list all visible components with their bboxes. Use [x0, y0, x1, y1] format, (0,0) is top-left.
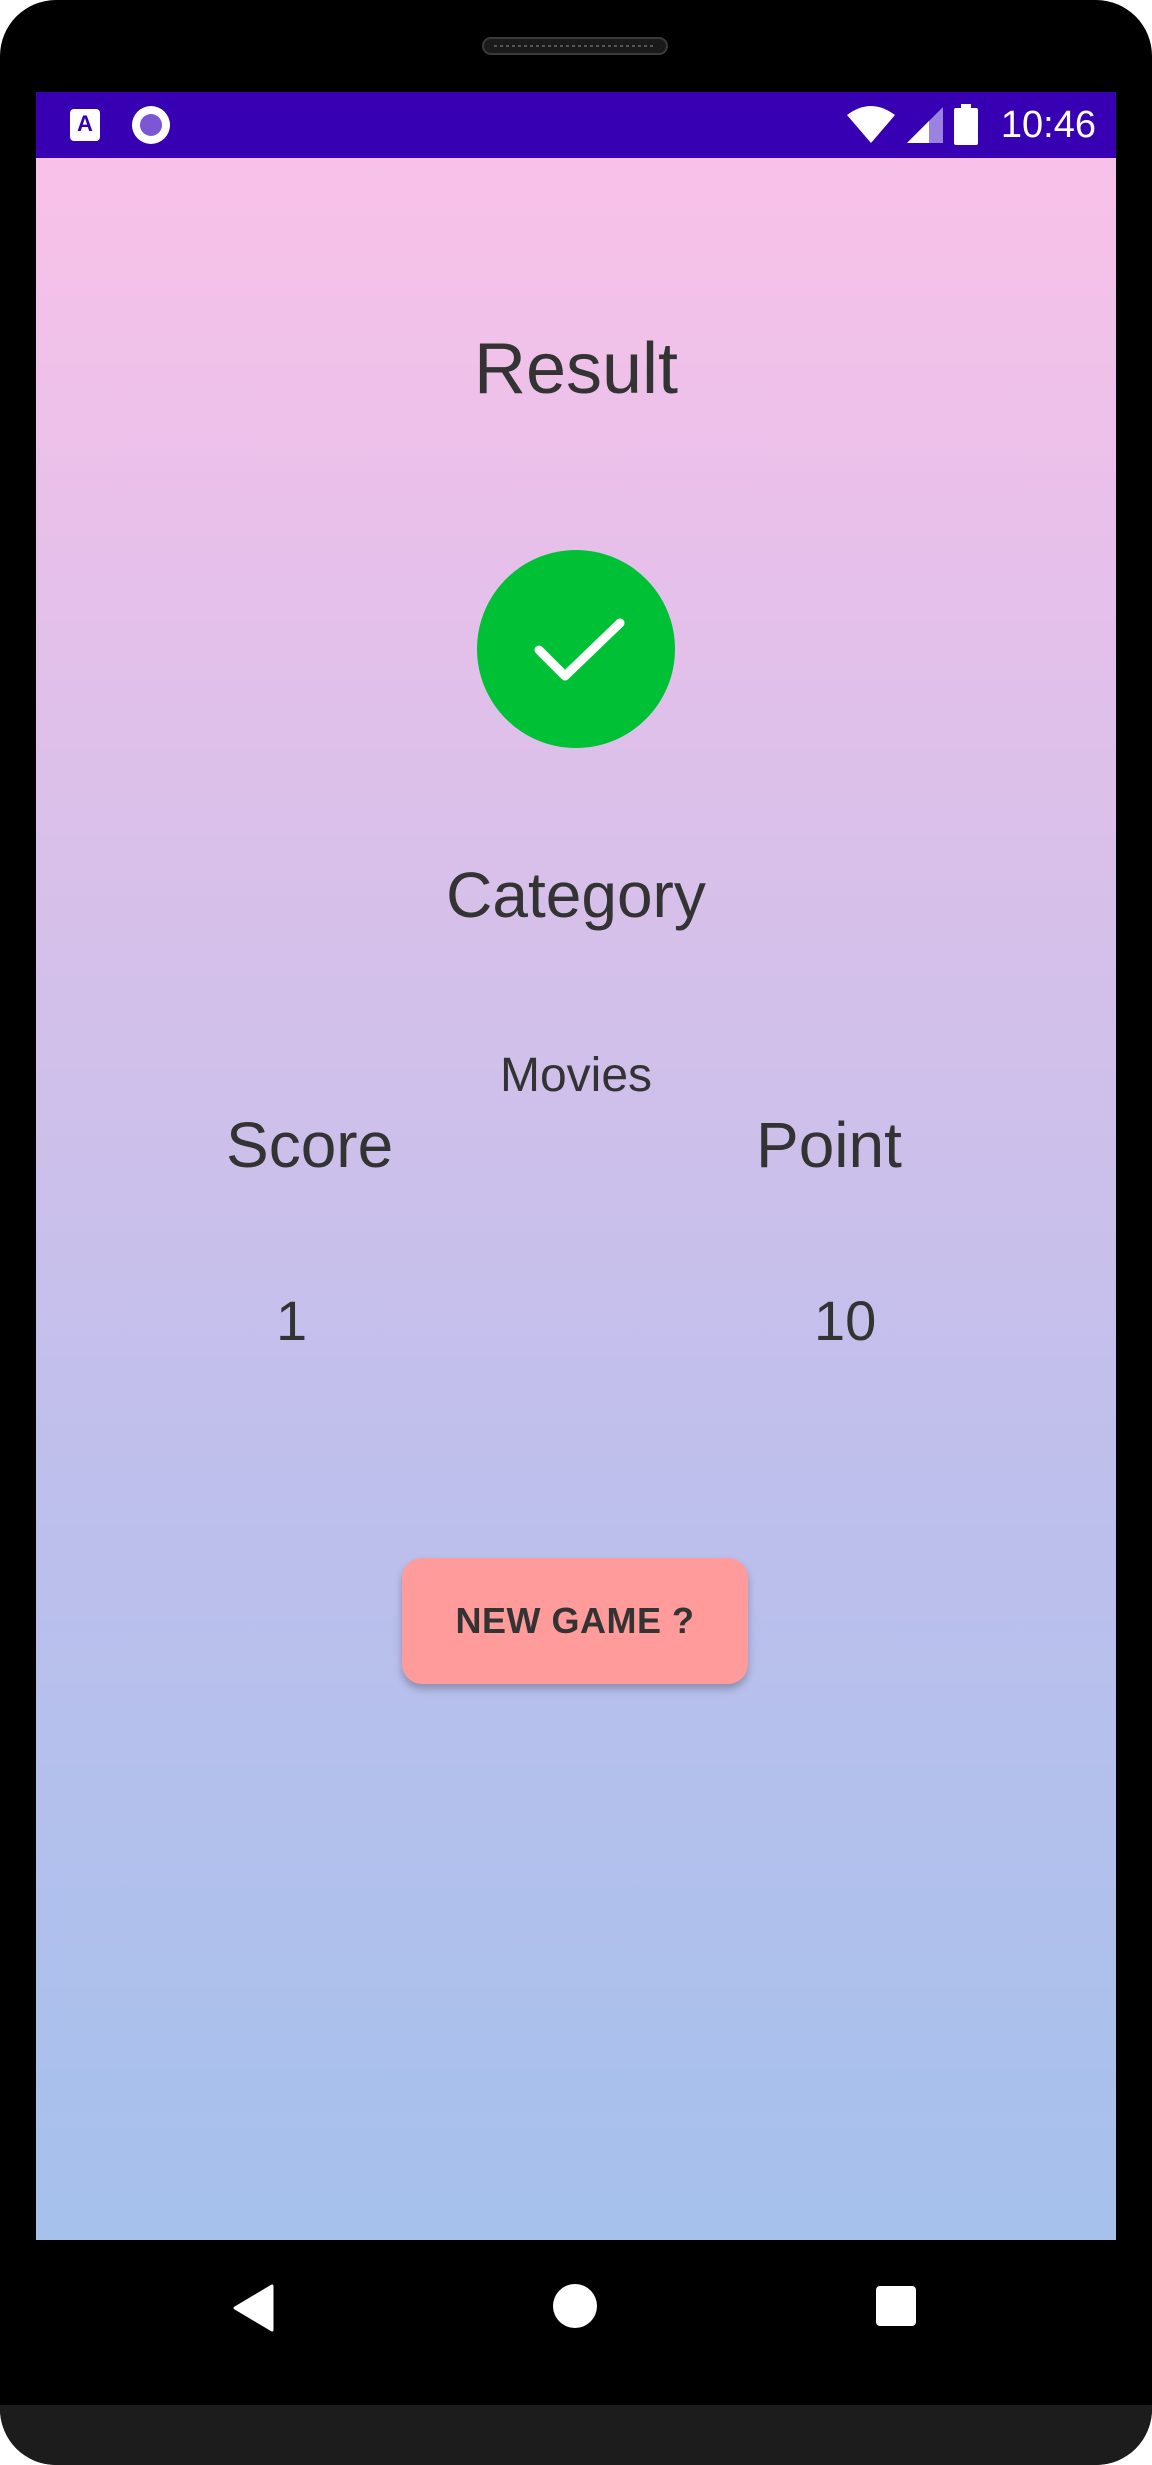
home-icon[interactable]	[553, 2284, 597, 2328]
phone-frame: A 10:46 Result Category Movies Score Poi…	[0, 0, 1152, 2465]
recents-icon[interactable]	[876, 2286, 916, 2326]
status-bar: A 10:46	[36, 92, 1116, 158]
back-icon[interactable]	[232, 2284, 276, 2332]
bottom-bezel	[0, 2405, 1152, 2465]
cellular-signal-icon	[906, 107, 943, 143]
page-title: Result	[473, 329, 679, 409]
new-game-button[interactable]: NEW GAME ?	[402, 1558, 748, 1684]
battery-icon	[953, 104, 978, 145]
navigation-bar	[0, 2240, 1152, 2370]
status-right-group: 10:46	[845, 92, 1096, 158]
category-value: Movies	[499, 1049, 653, 1102]
category-label: Category	[446, 859, 706, 931]
status-time: 10:46	[1000, 103, 1096, 146]
point-label: Point	[756, 1109, 902, 1181]
score-value: 1	[276, 1289, 308, 1352]
score-label: Score	[226, 1109, 394, 1181]
wifi-icon	[846, 106, 895, 143]
earpiece-speaker	[482, 37, 668, 55]
record-circle-icon	[132, 106, 170, 144]
screen: A 10:46 Result Category Movies Score Poi…	[36, 92, 1116, 2240]
app-a-icon: A	[70, 109, 100, 141]
point-value: 10	[814, 1289, 877, 1352]
checkmark-icon	[534, 618, 625, 681]
check-circle-icon	[477, 550, 675, 748]
result-content: Result Category Movies Score Point 1 10 …	[36, 158, 1116, 2240]
